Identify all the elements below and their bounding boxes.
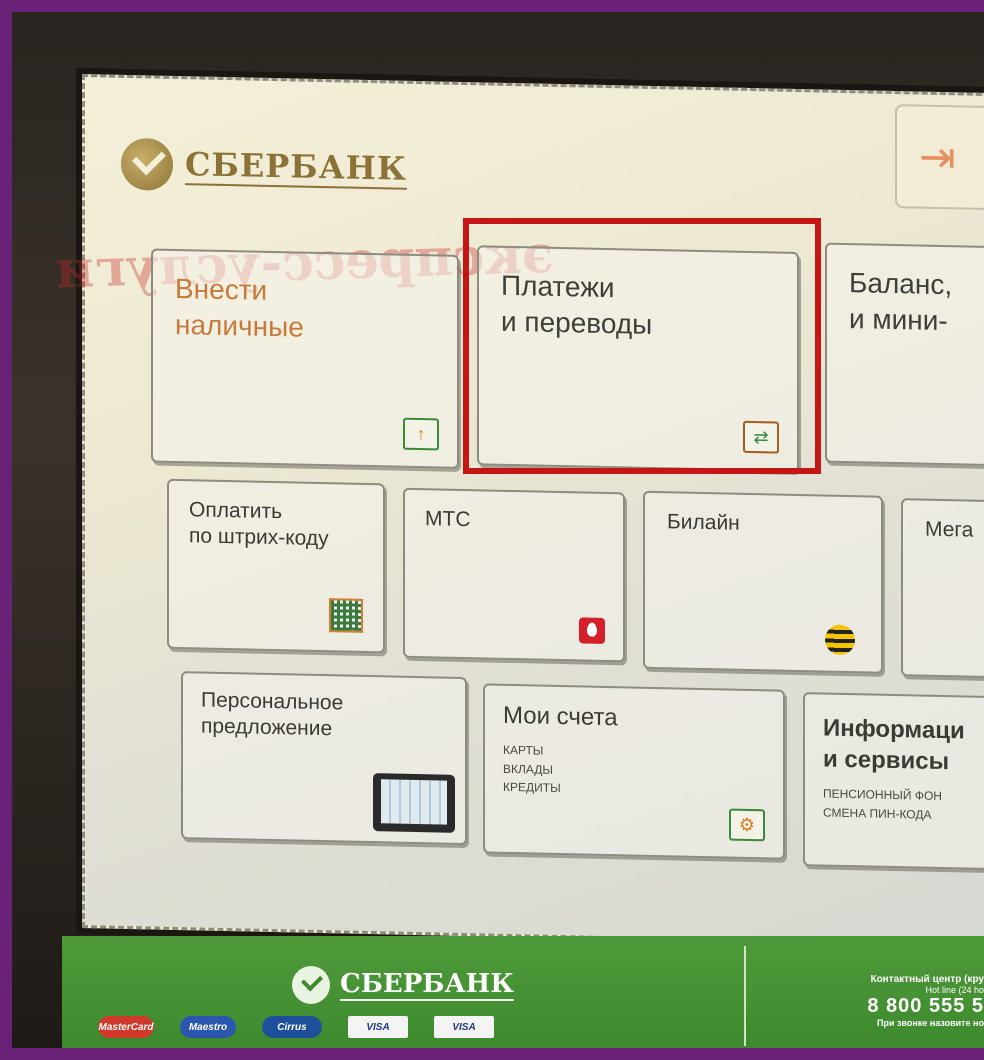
contact-title: Контактный центр (кру (870, 974, 984, 985)
tablet-icon (373, 773, 455, 833)
info-label-2: и сервисы (823, 745, 950, 776)
qr-code-icon (329, 598, 363, 633)
maestro-logo: Maestro (180, 1016, 236, 1038)
mts-button[interactable]: МТС (403, 487, 625, 663)
accounts-title: Мои счета (503, 701, 618, 732)
megafon-label: Мега (925, 517, 974, 542)
megafon-button[interactable]: Мега (901, 498, 984, 680)
beeline-logo-icon (825, 624, 855, 656)
atm-photo: экспресс-услуги СБЕРБАНК ⇥ Внести наличн… (12, 12, 984, 1048)
contact-note: При звонке назовите но (876, 1018, 984, 1028)
atm-bottom-panel: СБЕРБАНК MasterCard Maestro Cirrus VISA … (62, 936, 984, 1048)
deposit-label-2: наличные (175, 309, 304, 344)
mts-label: МТС (425, 507, 471, 532)
info-label-1: Информаци (823, 714, 965, 745)
panel-bank-name: СБЕРБАНК (340, 969, 514, 1001)
barcode-label-1: Оплатить (189, 498, 283, 524)
sberbank-logo-icon (292, 966, 330, 1004)
cash-in-icon: ↑ (403, 417, 439, 451)
info-services-button[interactable]: Информаци и сервисы ПЕНСИОННЫЙ ФОН СМЕНА… (803, 692, 984, 872)
phone-number: 8 800 555 5 (867, 995, 984, 1017)
balance-label-2: и мини- (849, 303, 948, 337)
visa-logo: VISA (348, 1016, 408, 1038)
card-logos: MasterCard Maestro Cirrus VISA VISA (98, 1016, 494, 1038)
accounts-sub-cards: КАРТЫ (503, 743, 544, 758)
atm-screen: экспресс-услуги СБЕРБАНК ⇥ Внести наличн… (54, 74, 984, 948)
beeline-label: Билайн (667, 510, 740, 535)
balance-label-1: Баланс, (849, 267, 953, 301)
panel-divider (744, 946, 746, 1046)
visa-electron-logo: VISA (434, 1016, 494, 1038)
beeline-button[interactable]: Билайн (643, 490, 883, 674)
my-accounts-button[interactable]: Мои счета КАРТЫ ВКЛАДЫ КРЕДИТЫ ⚙ (483, 683, 785, 860)
exit-button[interactable]: ⇥ (895, 104, 984, 211)
sberbank-logo-icon (121, 137, 173, 191)
info-sub-pin: СМЕНА ПИН-КОДА (823, 805, 932, 822)
balance-button[interactable]: Баланс, и мини- (825, 242, 984, 468)
safe-icon: ⚙ (729, 808, 765, 842)
logo-text: СБЕРБАНК (185, 145, 408, 190)
panel-logo: СБЕРБАНК (292, 966, 514, 1004)
contact-center: Контактный центр (кру Hot line (24 ho 8 … (758, 974, 984, 1028)
mts-logo-icon (579, 617, 605, 644)
deposit-label-1: Внести (175, 272, 268, 306)
highlight-frame (463, 218, 821, 474)
exit-icon: ⇥ (919, 132, 956, 182)
deposit-cash-button[interactable]: Внести наличные ↑ (151, 248, 459, 469)
accounts-sub-credits: КРЕДИТЫ (503, 780, 561, 796)
accounts-sub-deposits: ВКЛАДЫ (503, 761, 554, 777)
hotline-text: Hot line (24 ho (925, 985, 984, 995)
personal-offer-button[interactable]: Персональное предложение (181, 671, 467, 846)
personal-label-2: предложение (201, 714, 333, 741)
barcode-label-2: по штрих-коду (189, 524, 329, 551)
sberbank-logo: СБЕРБАНК (121, 137, 408, 196)
cirrus-logo: Cirrus (262, 1016, 322, 1038)
pay-by-barcode-button[interactable]: Оплатить по штрих-коду (167, 478, 385, 654)
mastercard-logo: MasterCard (98, 1016, 154, 1038)
personal-label-1: Персональное (201, 688, 344, 715)
